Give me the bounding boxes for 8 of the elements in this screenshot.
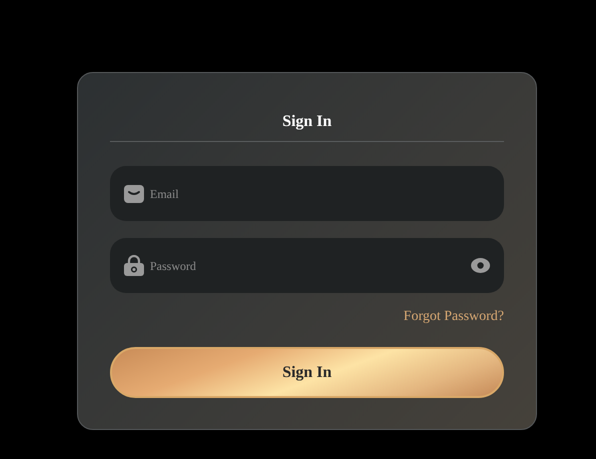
password-field[interactable]: Password: [110, 238, 504, 293]
forgot-password-link[interactable]: Forgot Password?: [404, 308, 504, 326]
sign-in-button[interactable]: Sign In: [110, 347, 504, 398]
padlock-icon: [124, 255, 144, 276]
form-title: Sign In: [281, 112, 333, 132]
password-input[interactable]: Password: [150, 238, 465, 293]
eye-icon[interactable]: [471, 258, 490, 273]
envelope-icon: [124, 184, 144, 202]
